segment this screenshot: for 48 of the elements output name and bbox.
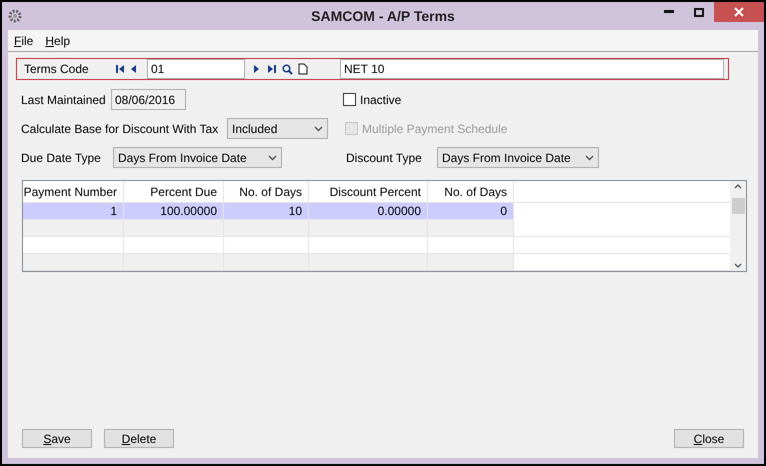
chevron-down-icon [314, 126, 323, 132]
scroll-up-icon[interactable] [734, 184, 742, 189]
table-cell: 0 [428, 203, 514, 219]
table-cell: 100.00000 [124, 203, 224, 219]
column-header[interactable]: Percent Due [124, 181, 224, 202]
action-button[interactable]: Close [674, 429, 744, 448]
field-label: Terms Code [24, 61, 90, 78]
column-header[interactable]: No. of Days [428, 181, 514, 202]
field-label: Discount Type [346, 150, 423, 166]
field-label: Calculate Base for Discount With Tax [21, 120, 220, 138]
checkbox-label: Multiple Payment Schedule [362, 120, 508, 138]
new-document-icon[interactable] [298, 63, 308, 75]
last-maintained-field: 08/06/2016 [111, 89, 186, 110]
search-icon[interactable] [282, 64, 293, 74]
scroll-thumb[interactable] [732, 198, 744, 214]
description-field[interactable]: NET 10 [340, 59, 724, 79]
table-cell: 1 [23, 203, 124, 219]
action-button[interactable]: Save [22, 429, 92, 448]
discount-type-dropdown[interactable]: Days From Invoice Date [437, 147, 599, 168]
previous-record-icon[interactable] [129, 63, 139, 75]
column-header[interactable]: No. of Days [224, 181, 309, 202]
tax-dropdown[interactable]: Included [227, 118, 328, 139]
minimize-icon [664, 10, 674, 14]
checkbox-label: Inactive [360, 92, 402, 108]
window-title: SAMCOM - A/P Terms [311, 6, 455, 26]
scroll-down-icon[interactable] [734, 263, 742, 268]
field-label: Due Date Type [21, 150, 102, 166]
table-cell: 10 [224, 203, 309, 219]
column-header[interactable]: Discount Percent [309, 181, 428, 202]
terms-code-field[interactable]: 01 [147, 59, 245, 79]
menu-item[interactable]: File [14, 32, 34, 50]
chevron-down-icon [585, 154, 594, 160]
chevron-down-icon [268, 154, 277, 160]
action-button[interactable]: Delete [104, 429, 174, 448]
menu-item[interactable]: Help [45, 32, 70, 50]
last-record-icon[interactable] [267, 63, 277, 75]
first-record-icon[interactable] [115, 63, 125, 75]
maximize-icon [694, 8, 704, 16]
close-button[interactable] [714, 2, 764, 22]
table-cell: 0.00000 [309, 203, 428, 219]
field-label: Last Maintained [21, 92, 107, 108]
gear-icon [7, 8, 23, 24]
scrollbar[interactable] [730, 181, 746, 271]
close-icon [734, 7, 744, 17]
due-date-type-dropdown[interactable]: Days From Invoice Date [113, 147, 282, 168]
table-row[interactable]: 1 100.00000 10 0.00000 0 [23, 203, 514, 220]
checkbox[interactable] [343, 93, 356, 106]
column-header[interactable]: Payment Number [23, 181, 124, 202]
